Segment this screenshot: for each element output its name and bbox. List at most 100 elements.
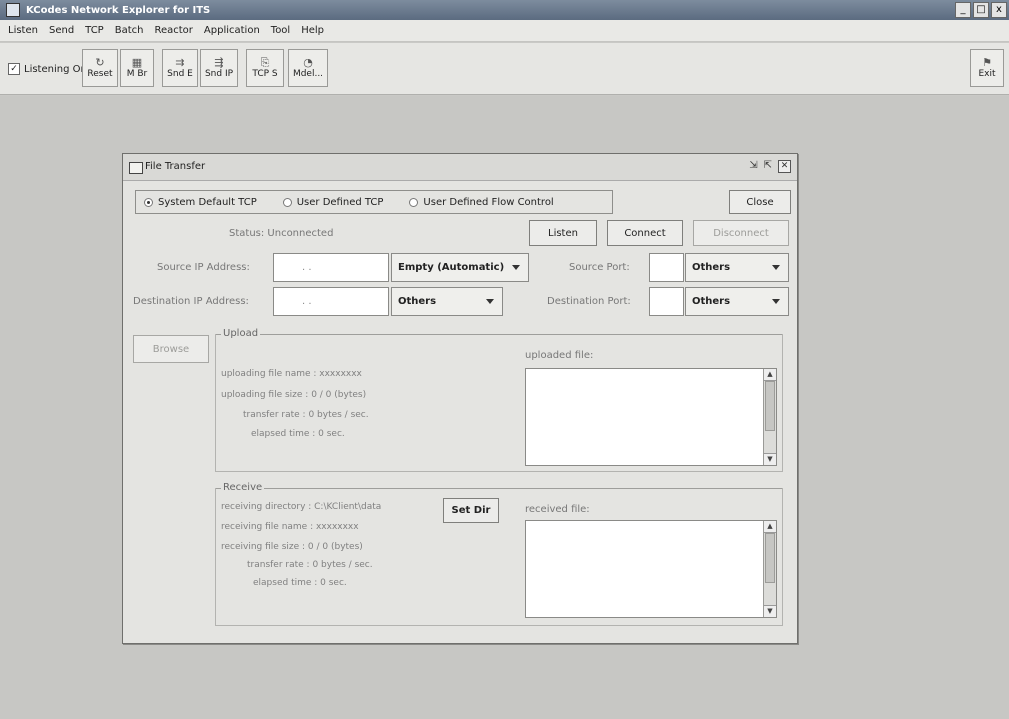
- dest-ip-label: Destination IP Address:: [133, 296, 249, 307]
- receive-directory: receiving directory : C:\KClient\data: [221, 502, 382, 512]
- radio-label: System Default TCP: [158, 196, 257, 208]
- exit-label: Exit: [978, 69, 996, 79]
- send-e-button[interactable]: ⇉ Snd E: [162, 49, 198, 87]
- source-ip-combo[interactable]: Empty (Automatic): [391, 253, 529, 282]
- maximize-button[interactable]: □: [973, 2, 989, 18]
- minimize-button[interactable]: _: [955, 2, 971, 18]
- upload-elapsed-time: elapsed time : 0 sec.: [251, 429, 345, 439]
- upload-file-name: uploading file name : xxxxxxxx: [221, 369, 362, 379]
- tcp-server-button[interactable]: ⎘ TCP S: [246, 49, 284, 87]
- iconify-icon[interactable]: ⇲: [749, 160, 757, 173]
- source-port-combo-value: Others: [692, 262, 731, 273]
- snd-e-label: Snd E: [167, 69, 193, 79]
- app-icon: [6, 3, 20, 17]
- send-ip-button[interactable]: ⇶ Snd IP: [200, 49, 238, 87]
- scroll-up-icon[interactable]: ▲: [764, 521, 776, 533]
- file-transfer-dialog: File Transfer ⇲ ⇱ ✕ System Default TCP U…: [122, 153, 798, 644]
- snd-ip-label: Snd IP: [204, 69, 234, 79]
- menu-reactor[interactable]: Reactor: [154, 25, 192, 36]
- uploaded-file-label: uploaded file:: [525, 350, 594, 361]
- maximize-icon[interactable]: ⇱: [764, 160, 772, 173]
- menu-tool[interactable]: Tool: [271, 25, 290, 36]
- dest-port-field[interactable]: [649, 287, 684, 316]
- exit-button[interactable]: ⚑ Exit: [970, 49, 1004, 87]
- receive-title: Receive: [221, 482, 265, 493]
- uploaded-file-area[interactable]: ▲ ▼: [525, 368, 777, 466]
- tcp-mode-radio-group: System Default TCP User Defined TCP User…: [135, 190, 613, 214]
- model-button[interactable]: ◔ Mdel...: [288, 49, 328, 87]
- menu-listen[interactable]: Listen: [8, 25, 38, 36]
- browse-button[interactable]: Browse: [133, 335, 209, 363]
- tcp-s-label: TCP S: [252, 69, 278, 79]
- reset-button[interactable]: ↻ Reset: [82, 49, 118, 87]
- dest-port-combo-value: Others: [692, 296, 731, 307]
- radio-button[interactable]: [282, 197, 292, 207]
- menu-tcp[interactable]: TCP: [85, 25, 104, 36]
- disconnect-button[interactable]: Disconnect: [693, 220, 789, 246]
- mdel-label: Mdel...: [292, 69, 324, 79]
- set-dir-button[interactable]: Set Dir: [443, 498, 499, 523]
- send-e-icon: ⇉: [175, 56, 185, 69]
- radio-button[interactable]: [409, 197, 419, 207]
- window-titlebar: KCodes Network Explorer for ITS _ □ x: [0, 0, 1009, 20]
- close-window-button[interactable]: x: [991, 2, 1007, 18]
- receive-transfer-rate: transfer rate : 0 bytes / sec.: [247, 560, 373, 570]
- dest-ip-combo-value: Others: [398, 296, 437, 307]
- status-label: Status: Unconnected: [229, 228, 334, 239]
- radio-label: User Defined TCP: [296, 196, 384, 208]
- close-button[interactable]: Close: [729, 190, 791, 214]
- menu-batch[interactable]: Batch: [115, 25, 144, 36]
- upload-transfer-rate: transfer rate : 0 bytes / sec.: [243, 410, 369, 420]
- source-ip-combo-value: Empty (Automatic): [398, 262, 505, 273]
- toolbar: ✓ Listening On ↻ Reset ▦ M Br ⇉ Snd E ⇶ …: [0, 43, 1009, 95]
- dest-ip-field[interactable]: . .: [273, 287, 389, 316]
- mbr-label: M Br: [126, 69, 148, 79]
- radio-user-defined-tcp[interactable]: User Defined TCP: [282, 196, 384, 208]
- window-controls: _ □ x: [955, 2, 1007, 18]
- exit-icon: ⚑: [982, 56, 992, 69]
- received-file-area[interactable]: ▲ ▼: [525, 520, 777, 618]
- window-title: KCodes Network Explorer for ITS: [26, 4, 211, 16]
- dialog-titlebar[interactable]: File Transfer ⇲ ⇱ ✕: [123, 154, 797, 181]
- menu-application[interactable]: Application: [204, 25, 260, 36]
- checkbox-box[interactable]: ✓: [8, 63, 20, 75]
- menu-send[interactable]: Send: [49, 25, 74, 36]
- listening-label: Listening On: [24, 63, 87, 75]
- menu-help[interactable]: Help: [301, 25, 324, 36]
- tcp-server-icon: ⎘: [260, 56, 270, 69]
- receive-scrollbar[interactable]: ▲ ▼: [763, 521, 776, 617]
- source-ip-field[interactable]: . .: [273, 253, 389, 282]
- chevron-down-icon: [512, 265, 520, 270]
- dialog-icon: [129, 162, 143, 174]
- reset-label: Reset: [87, 69, 113, 79]
- listen-button[interactable]: Listen: [529, 220, 597, 246]
- radio-button-selected[interactable]: [144, 197, 153, 207]
- radio-system-default-tcp[interactable]: System Default TCP: [144, 197, 257, 208]
- source-ip-label: Source IP Address:: [157, 262, 250, 273]
- listening-checkbox[interactable]: ✓ Listening On: [8, 63, 87, 75]
- radio-user-defined-flow-control[interactable]: User Defined Flow Control: [409, 196, 554, 208]
- scroll-up-icon[interactable]: ▲: [764, 369, 776, 381]
- multicast-broadcast-button[interactable]: ▦ M Br: [120, 49, 154, 87]
- chevron-down-icon: [772, 299, 780, 304]
- dest-port-combo[interactable]: Others: [685, 287, 789, 316]
- scroll-thumb[interactable]: [765, 381, 775, 431]
- dest-ip-combo[interactable]: Others: [391, 287, 503, 316]
- source-port-combo[interactable]: Others: [685, 253, 789, 282]
- scroll-thumb[interactable]: [765, 533, 775, 583]
- scroll-down-icon[interactable]: ▼: [764, 605, 776, 617]
- source-port-label: Source Port:: [569, 262, 630, 273]
- close-icon[interactable]: ✕: [778, 160, 791, 173]
- dialog-controls: ⇲ ⇱ ✕: [749, 160, 791, 173]
- radio-label: User Defined Flow Control: [423, 196, 554, 208]
- reset-icon: ↻: [95, 56, 105, 69]
- scroll-down-icon[interactable]: ▼: [764, 453, 776, 465]
- chevron-down-icon: [486, 299, 494, 304]
- connect-button[interactable]: Connect: [607, 220, 683, 246]
- send-ip-icon: ⇶: [214, 56, 224, 69]
- chevron-down-icon: [772, 265, 780, 270]
- source-port-field[interactable]: [649, 253, 684, 282]
- upload-scrollbar[interactable]: ▲ ▼: [763, 369, 776, 465]
- dialog-title: File Transfer: [145, 161, 206, 172]
- upload-file-size: uploading file size : 0 / 0 (bytes): [221, 390, 367, 400]
